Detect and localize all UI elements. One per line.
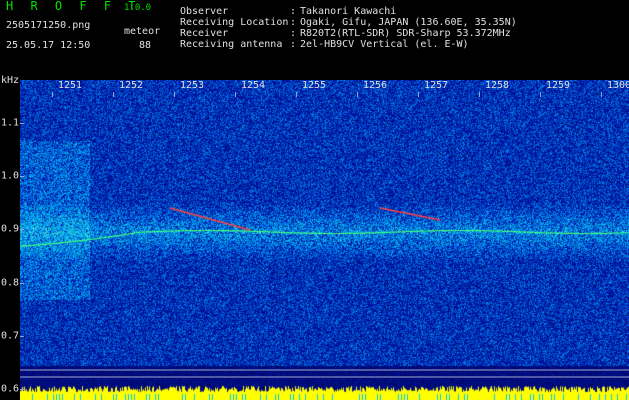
y-tick-mark [20,229,24,231]
info-key-antenna: Receiving antenna [180,39,283,50]
x-tick-label: 1300 [606,80,629,91]
info-key-receiver: Receiver [180,28,229,39]
x-tick-mark [235,92,236,97]
spectrogram-overlay [20,369,629,378]
x-tick-mark [601,92,602,97]
x-tick-label: 1256 [362,80,388,91]
x-tick-label: 1251 [57,80,83,91]
x-tick-label: 1259 [545,80,571,91]
y-tick-mark [20,389,24,391]
info-key-observer: Observer [180,6,229,17]
image-filename: 2505171250.png [6,20,91,31]
x-tick-mark [540,92,541,97]
y-tick-label: 1.1 [1,117,20,129]
y-tick-mark [20,176,24,177]
app-title: H R O F F T [6,0,141,13]
info-separator: : [290,17,297,28]
y-tick-label: 1.0 [1,170,20,182]
header-panel: H R O F F T 1.0.0 2505171250.png meteor … [0,0,629,80]
x-tick-mark [296,92,297,97]
info-separator: : [290,39,297,50]
info-value-antenna: 2el-HB9CV Vertical (el. E-W) [300,39,469,50]
y-tick-label: 0.9 [1,223,20,235]
info-value-location: Ogaki, Gifu, JAPAN (136.60E, 35.35N) [300,17,517,28]
x-tick-label: 1257 [423,80,449,91]
y-tick-mark [20,336,24,337]
y-tick-label: 0.6 [1,383,20,395]
x-tick-label: 1253 [179,80,205,91]
x-tick-mark [479,92,480,97]
x-tick-label: 1254 [240,80,266,91]
capture-datetime: 25.05.17 12:50 [6,40,91,51]
y-axis-unit: kHz [1,75,20,86]
x-tick-mark [52,92,53,97]
x-tick-label: 1252 [118,80,144,91]
app-version: 1.0.0 [124,3,152,13]
x-tick-label: 1255 [301,80,327,91]
x-tick-label: 1258 [484,80,510,91]
x-tick-mark [357,92,358,97]
info-key-location: Receiving Location [180,17,289,28]
meteor-label: meteor [124,26,161,37]
info-value-receiver: R820T2(RTL-SDR) SDR-Sharp 53.372MHz [300,28,511,39]
y-tick-label: 0.7 [1,330,20,342]
info-separator: : [290,28,297,39]
info-value-observer: Takanori Kawachi [300,6,397,17]
meteor-count: 88 [139,40,152,51]
info-separator: : [290,6,297,17]
y-tick-mark [20,282,24,284]
y-tick-mark [20,122,24,124]
y-tick-label: 0.8 [1,277,20,289]
x-tick-mark [174,92,175,97]
spectrogram-plot [20,80,629,400]
x-tick-mark [113,92,114,97]
x-tick-mark [418,92,419,97]
